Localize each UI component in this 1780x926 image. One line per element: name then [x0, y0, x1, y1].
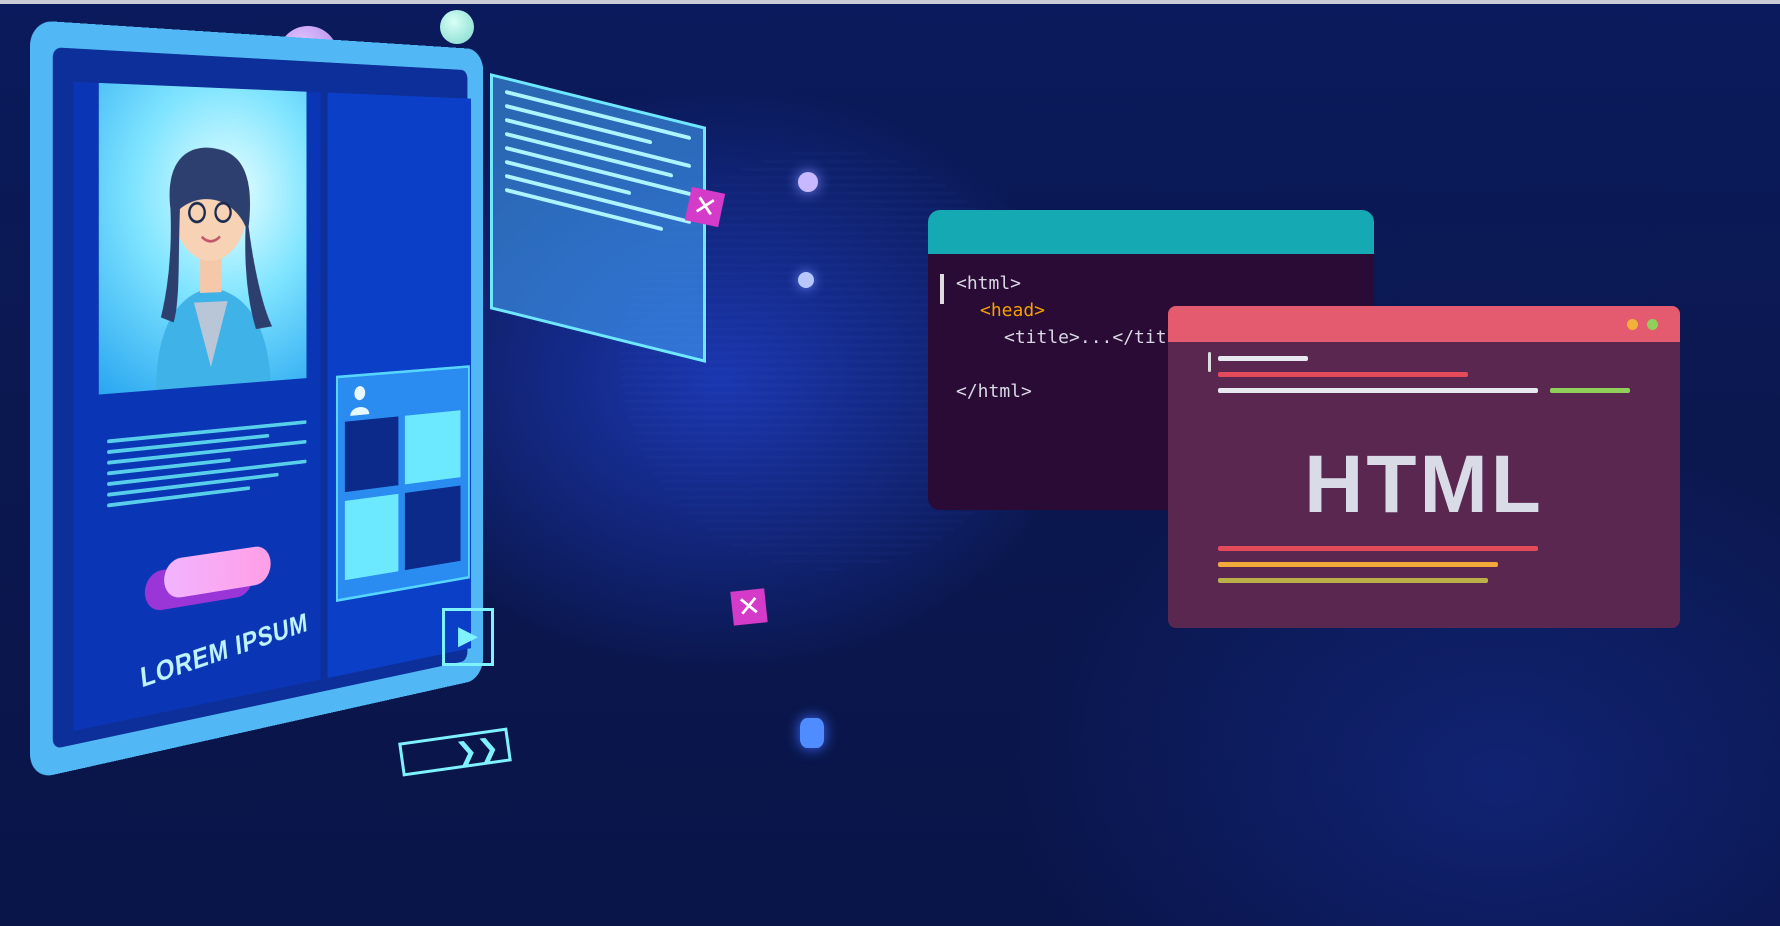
monitor: LOREM IPSUM [30, 20, 484, 780]
code-bar [1550, 388, 1630, 393]
play-icon[interactable]: ▶ [442, 608, 494, 666]
subscreen-tile [404, 485, 461, 571]
html-window: HTML [1168, 306, 1680, 628]
code-bar [1218, 372, 1468, 377]
code-window-titlebar [928, 210, 1374, 254]
subscreen-tile [404, 410, 461, 485]
code-bar [1218, 578, 1488, 583]
woman-figure-icon [156, 146, 273, 391]
html-title: HTML [1304, 439, 1544, 530]
orb-small-2 [798, 272, 814, 288]
subscreen-tile [344, 416, 399, 493]
orb-small-3 [800, 718, 824, 748]
window-dot-icon [1627, 319, 1638, 330]
html-window-titlebar [1168, 306, 1680, 342]
text-cursor [940, 274, 944, 304]
text-cursor [1208, 352, 1211, 372]
code-line: <html> [956, 273, 1022, 294]
subscreen-tile [344, 493, 399, 581]
html-window-body: HTML [1168, 342, 1680, 628]
code-bar [1218, 562, 1498, 567]
code-bar [1218, 546, 1538, 551]
woman-illustration [98, 82, 307, 395]
code-bar [1218, 356, 1308, 361]
user-icon [350, 385, 370, 416]
close-icon[interactable]: ✕ [684, 186, 726, 228]
monitor-subscreen [335, 365, 470, 603]
close-icon[interactable]: ✕ [730, 588, 768, 626]
scene: LOREM IPSUM ✕ ✕ ▶ ❯❯ <html> <head> <titl… [0, 0, 1780, 926]
orb-small-1 [798, 172, 818, 192]
window-dot-icon [1647, 319, 1658, 330]
code-bar [1218, 388, 1538, 393]
